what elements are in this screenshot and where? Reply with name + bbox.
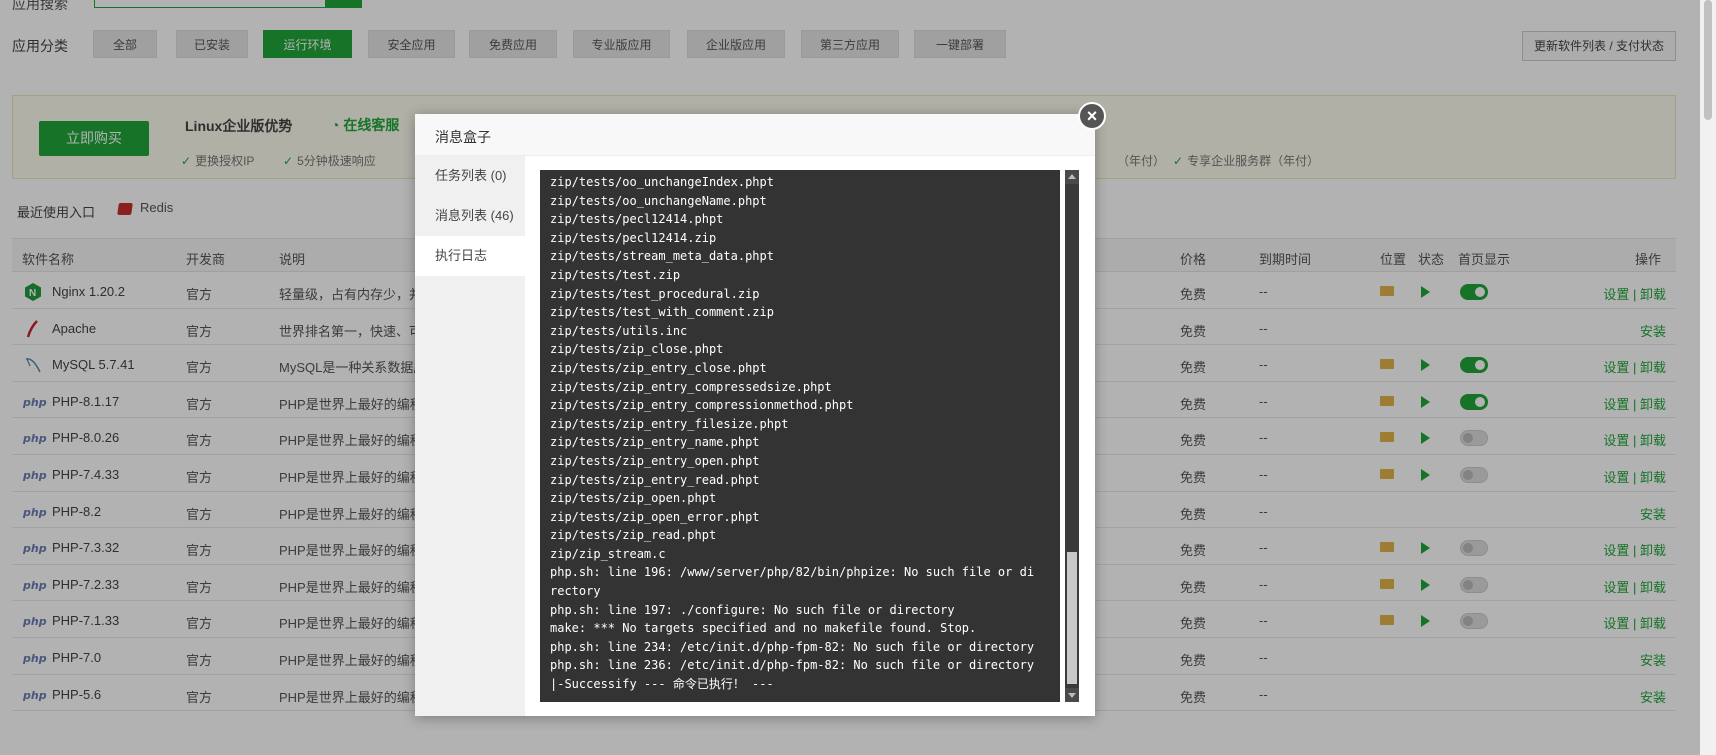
log-line: php.sh: line 196: /www/server/php/82/bin… <box>550 565 1035 599</box>
log-line: zip/tests/test_with_comment.zip <box>550 305 774 320</box>
log-line: zip/tests/pecl12414.zip <box>550 230 717 245</box>
log-line: zip/tests/zip_entry_close.phpt <box>550 360 767 375</box>
page-scroll-thumb[interactable] <box>1704 0 1712 120</box>
tab-execution-log[interactable]: 执行日志 <box>415 236 525 276</box>
scroll-thumb[interactable] <box>1067 552 1077 684</box>
page-scrollbar[interactable] <box>1700 0 1716 755</box>
dialog-title: 消息盒子 <box>435 129 491 145</box>
log-line: zip/tests/zip_entry_open.phpt <box>550 453 760 468</box>
log-line: zip/tests/zip_read.phpt <box>550 528 717 543</box>
log-line: php.sh: line 197: ./configure: No such f… <box>550 602 955 617</box>
log-line: zip/tests/test_procedural.zip <box>550 286 760 301</box>
log-line: |-Successify --- 命令已执行！ --- <box>550 677 774 692</box>
log-line: zip/tests/oo_unchangeName.phpt <box>550 193 767 208</box>
log-line: php.sh: line 236: /etc/init.d/php-fpm-82… <box>550 658 1035 673</box>
log-line: zip/tests/test.zip <box>550 267 681 282</box>
log-line: zip/tests/zip_entry_name.phpt <box>550 435 760 450</box>
close-icon[interactable]: × <box>1078 102 1106 130</box>
tab-message-list[interactable]: 消息列表 (46) <box>415 196 525 236</box>
log-line: zip/tests/pecl12414.phpt <box>550 212 724 227</box>
log-line: zip/tests/stream_meta_data.phpt <box>550 249 774 264</box>
log-line: zip/tests/zip_open.phpt <box>550 491 717 506</box>
log-console[interactable]: zip/tests/oo_unchangeIndex.phpt zip/tests… <box>540 170 1060 702</box>
log-scrollbar[interactable] <box>1065 170 1079 702</box>
log-line: zip/tests/zip_open_error.phpt <box>550 509 760 524</box>
log-line: zip/tests/zip_entry_filesize.phpt <box>550 416 789 431</box>
log-line: zip/tests/oo_unchangeIndex.phpt <box>550 175 774 189</box>
dialog-sidebar: 任务列表 (0) 消息列表 (46) 执行日志 <box>415 156 525 716</box>
log-line: zip/tests/zip_entry_compressedsize.phpt <box>550 379 832 394</box>
tab-task-list[interactable]: 任务列表 (0) <box>415 156 525 196</box>
log-line: make: *** No targets specified and no ma… <box>550 621 977 636</box>
scroll-up-icon[interactable] <box>1065 170 1079 184</box>
dialog-header: 消息盒子 <box>415 114 1095 156</box>
log-text: zip/tests/oo_unchangeIndex.phpt zip/tests… <box>550 173 1040 694</box>
log-line: zip/tests/zip_entry_read.phpt <box>550 472 760 487</box>
log-line: php.sh: line 234: /etc/init.d/php-fpm-82… <box>550 639 1035 654</box>
log-line: zip/tests/utils.inc <box>550 323 688 338</box>
log-line: zip/zip_stream.c <box>550 546 666 561</box>
log-line: zip/tests/zip_close.phpt <box>550 342 724 357</box>
scroll-down-icon[interactable] <box>1065 688 1079 702</box>
message-box-dialog: 消息盒子 × 任务列表 (0) 消息列表 (46) 执行日志 zip/tests… <box>415 102 1106 716</box>
log-line: zip/tests/zip_entry_compressionmethod.ph… <box>550 398 854 413</box>
